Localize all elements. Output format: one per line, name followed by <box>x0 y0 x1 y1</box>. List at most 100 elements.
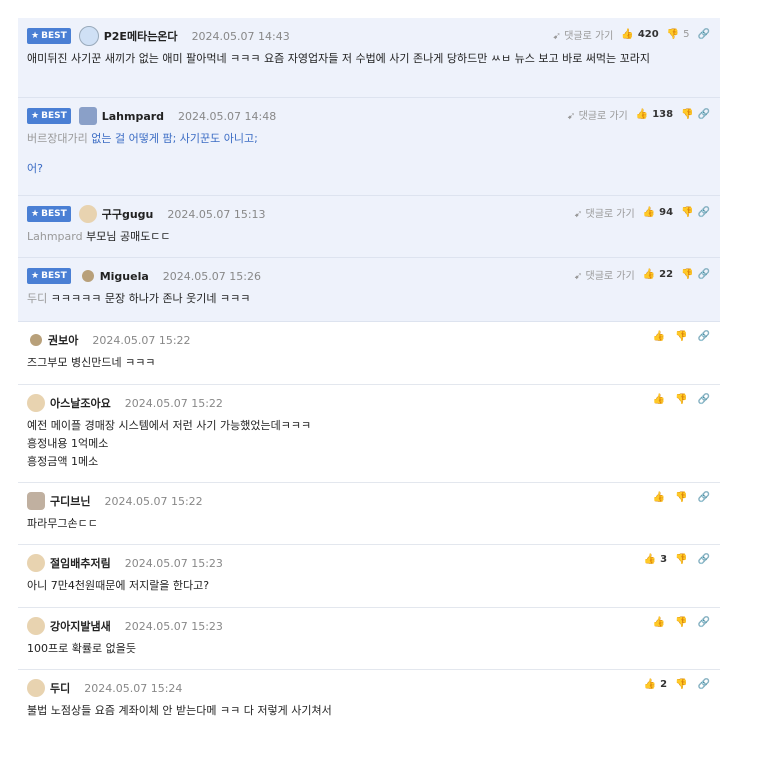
avatar[interactable] <box>27 679 45 697</box>
nickname[interactable]: Miguela <box>100 270 149 283</box>
comment-date: 2024.05.07 14:43 <box>191 29 290 43</box>
comment-item: 구디브닌 2024.05.07 15:22 👍 👎 🔗 파라무그손ㄷㄷ <box>18 483 720 545</box>
comment-date: 2024.05.07 15:24 <box>84 681 183 695</box>
thumbs-down-icon[interactable]: 👎 <box>681 207 693 218</box>
comment-actions: ➹ 댓글로 가기 👍 22 👎 🔗 <box>574 267 710 282</box>
thumbs-up-icon[interactable]: 👍 <box>644 679 656 690</box>
nickname[interactable]: 절임배추저림 <box>50 555 111 571</box>
upvote-count: 2 <box>660 679 668 690</box>
nickname[interactable]: 강아지발냄새 <box>50 618 111 634</box>
thumbs-up-icon[interactable]: 👍 <box>643 269 655 280</box>
comment-actions: 👍 👎 🔗 <box>653 492 710 503</box>
link-icon[interactable]: 🔗 <box>698 269 710 280</box>
star-icon: ★ <box>31 111 40 121</box>
link-icon[interactable]: 🔗 <box>698 207 710 218</box>
comment-body: 아니 7만4천원때문에 저지랄을 한다고? <box>27 579 210 592</box>
nickname[interactable]: 권보아 <box>48 332 78 348</box>
nickname[interactable]: Lahmpard <box>102 110 164 123</box>
comment-actions: 👍 👎 🔗 <box>653 617 710 628</box>
comment-body: Lahmpard 부모님 공매도ㄷㄷ <box>27 230 171 243</box>
thumbs-down-icon[interactable]: 👎 <box>675 554 687 565</box>
comment-date: 2024.05.07 15:23 <box>124 619 223 633</box>
thumbs-down-icon[interactable]: 👎 <box>675 394 687 405</box>
best-badge: ★ BEST <box>27 206 71 222</box>
link-icon[interactable]: 🔗 <box>698 554 710 565</box>
thumbs-down-icon[interactable]: 👎 <box>675 331 687 342</box>
goto-reply-link[interactable]: ➹ 댓글로 가기 <box>567 107 628 122</box>
thumbs-up-icon[interactable]: 👍 <box>636 109 648 120</box>
thumbs-up-icon[interactable]: 👍 <box>653 394 665 405</box>
comment-body: 두디 ㅋㅋㅋㅋㅋ 문장 하나가 존나 웃기네 ㅋㅋㅋ <box>27 292 251 305</box>
link-icon[interactable]: 🔗 <box>698 109 710 120</box>
nickname[interactable]: 구구gugu <box>102 206 154 222</box>
star-icon: ★ <box>31 209 40 219</box>
comment-item: ★ BEST Lahmpard 2024.05.07 14:48 ➹ 댓글로 가기… <box>18 98 720 196</box>
avatar[interactable] <box>27 617 45 635</box>
link-icon[interactable]: 🔗 <box>698 492 710 503</box>
thumbs-up-icon[interactable]: 👍 <box>653 492 665 503</box>
avatar[interactable] <box>27 554 45 572</box>
nickname[interactable]: P2E메타는온다 <box>104 28 178 44</box>
comment-body: 즈그부모 병신만드네 ㅋㅋㅋ <box>27 356 156 369</box>
comment-date: 2024.05.07 15:22 <box>104 494 203 508</box>
mention[interactable]: 버르장대가리 <box>27 132 88 145</box>
link-icon[interactable]: 🔗 <box>698 617 710 628</box>
nickname[interactable]: 아스날조아요 <box>50 395 111 411</box>
thumbs-up-icon[interactable]: 👍 <box>621 29 633 40</box>
avatar[interactable] <box>27 394 45 412</box>
thumbs-down-icon[interactable]: 👎 <box>681 109 693 120</box>
avatar[interactable] <box>78 205 97 223</box>
link-icon[interactable]: 🔗 <box>698 679 710 690</box>
avatar[interactable] <box>78 107 97 125</box>
comment-item: 두디 2024.05.07 15:24 👍 2 👎 🔗 불법 노점상들 요즘 계좌… <box>18 670 720 733</box>
comment-body: 예전 메이플 경매장 시스템에서 저런 사기 가능했었는데ㅋㅋㅋ 흥정내용 1억… <box>27 419 312 468</box>
comment-list: ★ BEST P2E메타는온다 2024.05.07 14:43 ➹ 댓글로 가기… <box>18 18 720 733</box>
avatar[interactable] <box>78 26 99 46</box>
comment-body: 파라무그손ㄷㄷ <box>27 517 98 530</box>
avatar[interactable] <box>30 334 42 346</box>
thumbs-up-icon[interactable]: 👍 <box>643 207 655 218</box>
thumbs-up-icon[interactable]: 👍 <box>644 554 656 565</box>
comment-date: 2024.05.07 15:22 <box>92 333 191 347</box>
thumbs-down-icon[interactable]: 👎 <box>681 269 693 280</box>
comment-actions: 👍 👎 🔗 <box>653 394 710 405</box>
link-icon[interactable]: 🔗 <box>698 394 710 405</box>
comment-actions: ➹ 댓글로 가기 👍 420 👎 5 🔗 <box>553 27 710 42</box>
comment-body: 불법 노점상들 요즘 계좌이체 안 받는다메 ㅋㅋ 다 저렇게 사기쳐서 <box>27 704 332 717</box>
avatar[interactable] <box>27 492 45 510</box>
best-badge: ★ BEST <box>27 268 71 284</box>
best-badge: ★ BEST <box>27 108 71 124</box>
downvote-count: 5 <box>683 29 690 40</box>
upvote-count: 138 <box>652 109 674 120</box>
comment-item: ★ BEST P2E메타는온다 2024.05.07 14:43 ➹ 댓글로 가기… <box>18 18 720 98</box>
comment-date: 2024.05.07 15:23 <box>124 556 223 570</box>
thumbs-up-icon[interactable]: 👍 <box>653 331 665 342</box>
star-icon: ★ <box>31 271 40 281</box>
comment-actions: ➹ 댓글로 가기 👍 138 👎 🔗 <box>567 107 710 122</box>
upvote-count: 94 <box>659 207 674 218</box>
comment-date: 2024.05.07 14:48 <box>178 109 277 123</box>
thumbs-down-icon[interactable]: 👎 <box>675 679 687 690</box>
thumbs-down-icon[interactable]: 👎 <box>667 29 679 40</box>
avatar[interactable] <box>81 270 94 282</box>
goto-reply-link[interactable]: ➹ 댓글로 가기 <box>574 267 635 282</box>
comment-actions: ➹ 댓글로 가기 👍 94 👎 🔗 <box>574 205 710 220</box>
goto-reply-link[interactable]: ➹ 댓글로 가기 <box>574 205 635 220</box>
comment-date: 2024.05.07 15:22 <box>124 396 223 410</box>
comment-item: 아스날조아요 2024.05.07 15:22 👍 👎 🔗 예전 메이플 경매장… <box>18 385 720 483</box>
comment-item: ★ BEST 구구gugu 2024.05.07 15:13 ➹ 댓글로 가기 👍… <box>18 196 720 258</box>
nickname[interactable]: 구디브닌 <box>50 493 90 509</box>
comment-actions: 👍 2 👎 🔗 <box>644 679 710 690</box>
thumbs-up-icon[interactable]: 👍 <box>653 617 665 628</box>
link-icon[interactable]: 🔗 <box>698 29 710 40</box>
thumbs-down-icon[interactable]: 👎 <box>675 492 687 503</box>
nickname[interactable]: 두디 <box>50 680 70 696</box>
goto-reply-link[interactable]: ➹ 댓글로 가기 <box>553 27 614 42</box>
star-icon: ★ <box>31 31 40 41</box>
comment-actions: 👍 3 👎 🔗 <box>644 554 710 565</box>
link-icon[interactable]: 🔗 <box>698 331 710 342</box>
upvote-count: 3 <box>660 554 668 565</box>
mention[interactable]: Lahmpard <box>27 230 83 243</box>
mention[interactable]: 두디 <box>27 292 47 305</box>
thumbs-down-icon[interactable]: 👎 <box>675 617 687 628</box>
